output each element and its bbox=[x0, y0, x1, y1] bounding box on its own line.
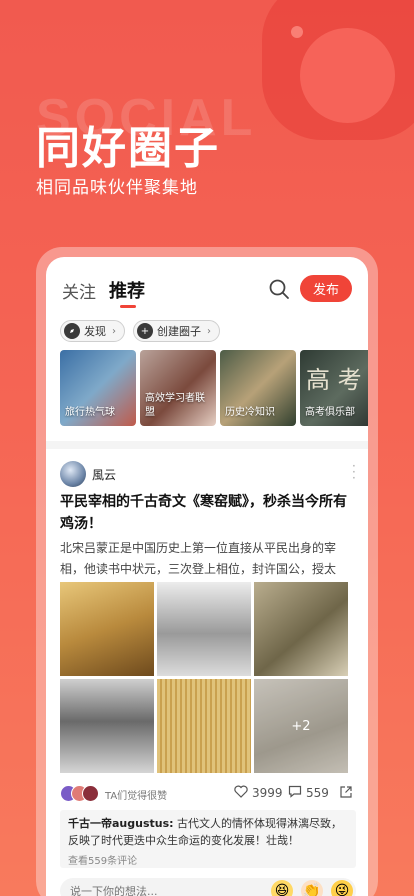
post-image[interactable] bbox=[157, 582, 251, 676]
circle-card-exam[interactable]: 高 考 高考俱乐部 bbox=[300, 350, 368, 426]
circle-card-label: 历史冷知识 bbox=[225, 407, 275, 418]
comment-author[interactable]: 千古一帝augustus: bbox=[68, 817, 174, 830]
more-images-count: +2 bbox=[254, 679, 348, 773]
discover-chip[interactable]: 发现 › bbox=[60, 320, 125, 342]
tongue-emoji-icon[interactable]: 😜 bbox=[331, 880, 353, 896]
discover-chip-label: 发现 bbox=[84, 325, 106, 338]
create-circle-chip-label: 创建圈子 bbox=[157, 325, 201, 338]
post-stats: TA们觉得很赞 3999 559 bbox=[60, 783, 356, 805]
comment-count: 559 bbox=[306, 786, 329, 800]
active-tab-indicator bbox=[120, 305, 136, 308]
circle-cards: 旅行热气球 高效学习者联盟 历史冷知识 高 考 高考俱乐部 bbox=[60, 350, 368, 426]
likers-text: TA们觉得很赞 bbox=[105, 791, 168, 802]
post-image-grid: +2 bbox=[60, 582, 348, 773]
decorative-circle bbox=[300, 28, 395, 123]
post-username[interactable]: 風云 bbox=[92, 466, 116, 483]
chevron-right-icon: › bbox=[112, 325, 116, 337]
share-icon bbox=[339, 785, 353, 802]
clapping-emoji-icon[interactable]: 👏 bbox=[301, 880, 323, 896]
like-button[interactable]: 3999 bbox=[234, 785, 283, 801]
comment-icon bbox=[288, 785, 302, 801]
chevron-right-icon: › bbox=[207, 325, 211, 337]
plus-icon: + bbox=[137, 323, 153, 339]
circle-card-label: 高效学习者联盟 bbox=[145, 393, 205, 418]
more-options-icon[interactable]: · · · bbox=[352, 460, 356, 484]
avatar bbox=[82, 785, 99, 802]
quick-actions: 发现 › + 创建圈子 › bbox=[60, 320, 220, 342]
like-count: 3999 bbox=[252, 786, 283, 800]
promo-title: 同好圈子 bbox=[36, 123, 220, 174]
section-divider bbox=[46, 441, 368, 449]
publish-button[interactable]: 发布 bbox=[300, 275, 352, 302]
tab-recommend[interactable]: 推荐 bbox=[109, 277, 145, 303]
phone-frame: 关注 推荐 发布 发现 › + 创建圈子 › 旅行热气球 高效学习者联盟 历史冷… bbox=[36, 247, 378, 896]
decorative-dot bbox=[291, 26, 303, 38]
post-image[interactable] bbox=[254, 582, 348, 676]
circle-card-label: 旅行热气球 bbox=[65, 407, 115, 418]
comment-input-row: 😆 👏 😜 bbox=[60, 878, 356, 896]
laughing-emoji-icon[interactable]: 😆 bbox=[271, 880, 293, 896]
circle-card-history[interactable]: 历史冷知识 bbox=[220, 350, 296, 426]
create-circle-chip[interactable]: + 创建圈子 › bbox=[133, 320, 220, 342]
post-title[interactable]: 平民宰相的千古奇文《寒窑赋》，秒杀当今所有鸡汤！ bbox=[60, 491, 356, 535]
compass-icon bbox=[64, 323, 80, 339]
top-bar: 关注 推荐 发布 bbox=[46, 257, 368, 317]
post-header: 風云 bbox=[60, 461, 116, 487]
post-image[interactable] bbox=[60, 679, 154, 773]
circle-card-label: 高考俱乐部 bbox=[305, 407, 355, 418]
promo-subtitle: 相同品味伙伴聚集地 bbox=[36, 178, 198, 198]
circle-card-study[interactable]: 高效学习者联盟 bbox=[140, 350, 216, 426]
avatar[interactable] bbox=[60, 461, 86, 487]
share-button[interactable] bbox=[339, 785, 353, 802]
circle-card-travel[interactable]: 旅行热气球 bbox=[60, 350, 136, 426]
post-image[interactable] bbox=[60, 582, 154, 676]
heart-icon bbox=[234, 785, 248, 801]
comment-text: 千古一帝augustus: 古代文人的情怀体现得淋漓尽致，反映了时代更迭中众生命… bbox=[68, 815, 348, 849]
top-comment[interactable]: 千古一帝augustus: 古代文人的情怀体现得淋漓尽致，反映了时代更迭中众生命… bbox=[60, 810, 356, 868]
search-icon[interactable] bbox=[268, 278, 290, 300]
circle-card-glyph: 高 考 bbox=[306, 366, 362, 394]
post-image[interactable] bbox=[157, 679, 251, 773]
post-image[interactable]: +2 bbox=[254, 679, 348, 773]
app-screen: 关注 推荐 发布 发现 › + 创建圈子 › 旅行热气球 高效学习者联盟 历史冷… bbox=[46, 257, 368, 896]
tab-follow[interactable]: 关注 bbox=[62, 278, 96, 303]
view-all-comments-link[interactable]: 查看559条评论 bbox=[68, 852, 348, 867]
comment-button[interactable]: 559 bbox=[288, 785, 329, 801]
liker-avatars[interactable] bbox=[60, 785, 99, 802]
